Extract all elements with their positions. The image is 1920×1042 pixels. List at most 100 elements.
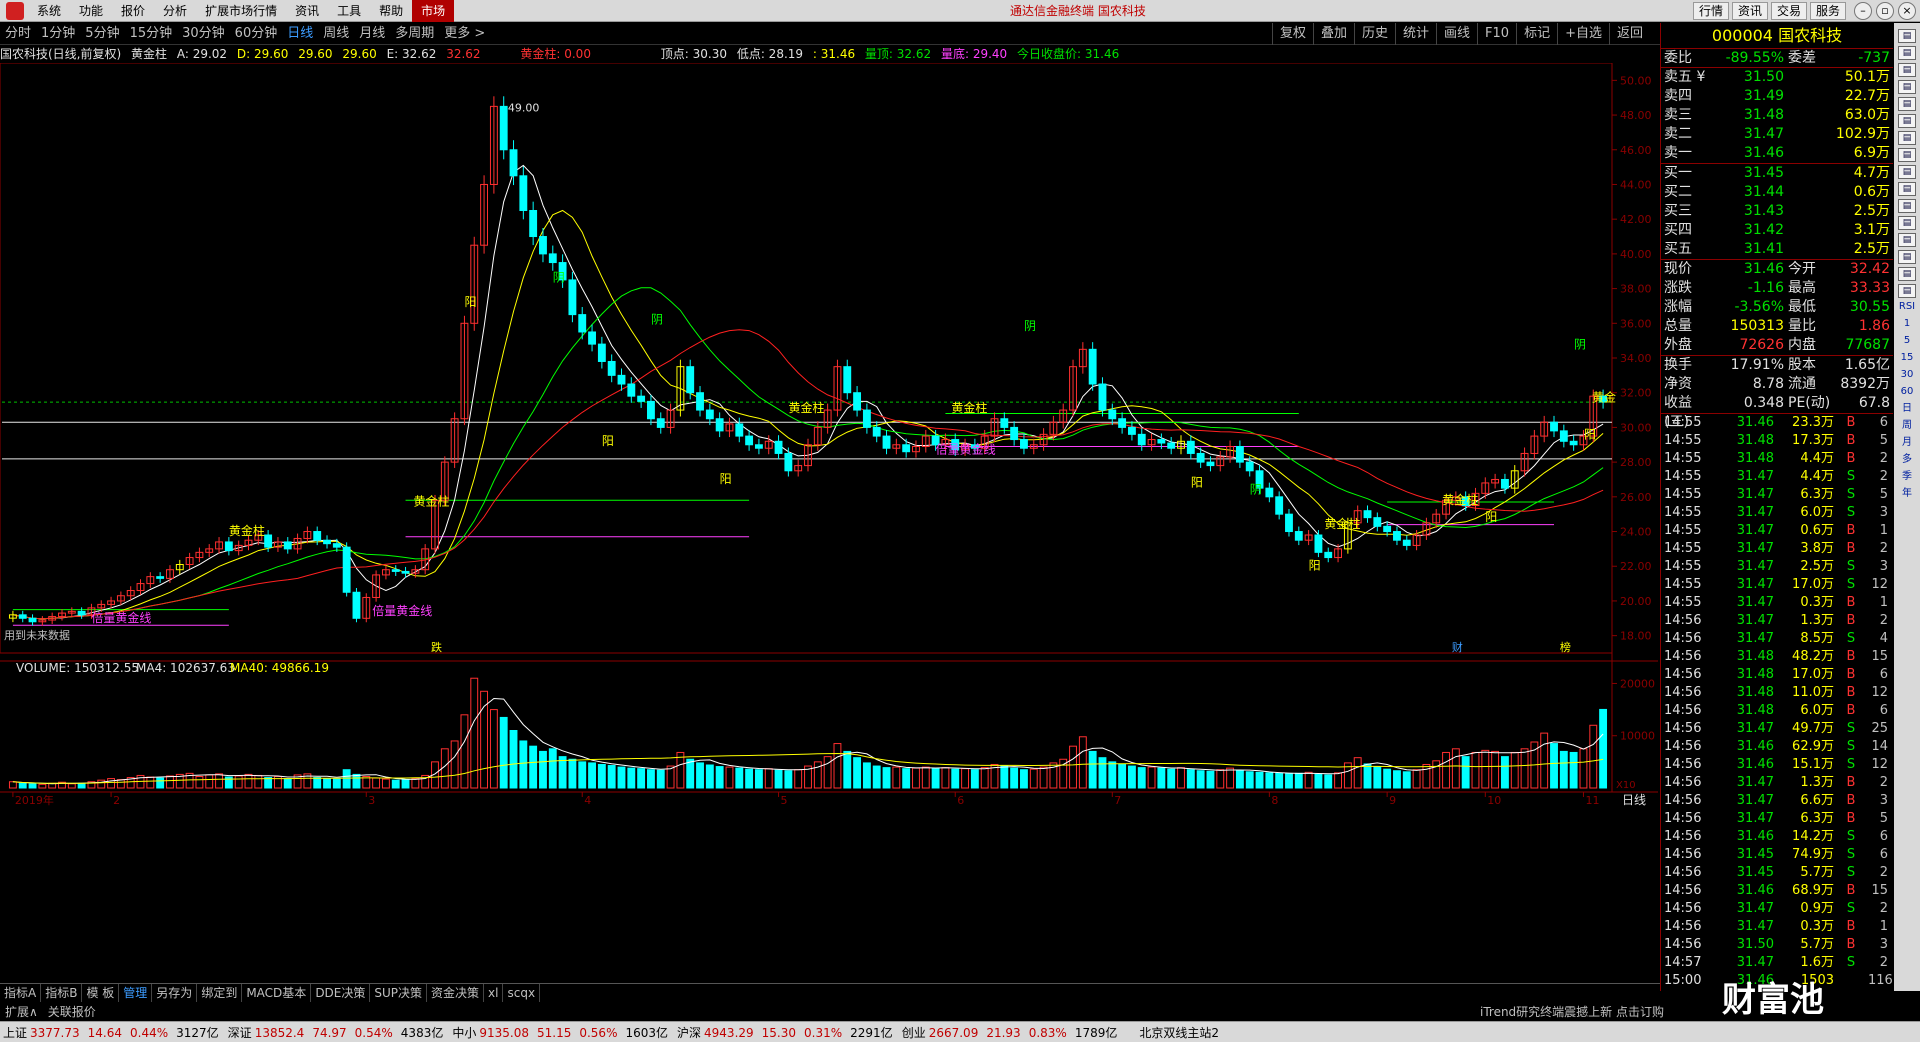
indicator-name[interactable]: 黄金柱 [131, 47, 167, 61]
tool-icon[interactable]: ▤ [1898, 131, 1916, 145]
indicator-tab[interactable]: 指标B [41, 984, 83, 1002]
index-item[interactable]: 沪深 4943.29 15.30 0.31% 2291亿 [677, 1024, 893, 1041]
period-tab-daily[interactable]: 日线 [282, 23, 318, 45]
tool-icon[interactable]: ▤ [1898, 80, 1916, 94]
period-tab[interactable]: 1分钟 [36, 23, 80, 45]
tool-draw[interactable]: 画线 [1436, 22, 1477, 45]
indicator-tab[interactable]: 绑定到 [197, 984, 243, 1002]
top-btn-trade[interactable]: 交易 [1770, 2, 1807, 20]
tool-mark[interactable]: 标记 [1516, 22, 1557, 45]
period-shortcut-icon[interactable]: 季 [1898, 471, 1916, 485]
period-shortcut-icon[interactable]: 5 [1898, 335, 1916, 349]
related-quote[interactable]: 关联报价 [43, 1003, 101, 1020]
period-tab[interactable]: 15分钟 [125, 23, 178, 45]
indicator-tab[interactable]: SUP决策 [370, 984, 428, 1002]
bid-row[interactable]: 买三 31.43 2.5万 [1661, 202, 1893, 221]
bid-row[interactable]: 买一 31.45 4.7万 [1661, 164, 1893, 183]
period-shortcut-icon[interactable]: 月 [1898, 437, 1916, 451]
tool-stats[interactable]: 统计 [1395, 22, 1436, 45]
top-btn-news[interactable]: 资讯 [1731, 2, 1768, 20]
period-tab[interactable]: 多周期 [390, 23, 439, 45]
kline-chart[interactable]: 50.00 48.00 46.00 44.00 42.00 40.00 38.00 36.00… [0, 63, 1658, 981]
index-item[interactable]: 上证 3377.73 14.64 0.44% 3127亿 [3, 1024, 219, 1041]
ext-toggle[interactable]: 扩展∧ [0, 1003, 43, 1020]
tick-volume: 2.5万 [1800, 559, 1834, 574]
period-shortcut-icon[interactable]: RSI [1898, 301, 1916, 315]
ask-row[interactable]: 卖五 ¥ 31.50 50.1万 [1661, 68, 1893, 87]
period-tab[interactable]: 60分钟 [230, 23, 283, 45]
tool-add-watchlist[interactable]: +自选 [1557, 22, 1609, 45]
tool-icon[interactable]: ▤ [1898, 233, 1916, 247]
tool-icon[interactable]: ▤ [1898, 46, 1916, 60]
top-btn-quote[interactable]: 行情 [1692, 2, 1729, 20]
period-shortcut-icon[interactable]: 周 [1898, 420, 1916, 434]
tool-history[interactable]: 历史 [1353, 22, 1395, 45]
tool-icon[interactable]: ▤ [1898, 182, 1916, 196]
bid-row[interactable]: 买四 31.42 3.1万 [1661, 221, 1893, 240]
menu-ext-market[interactable]: 扩展市场行情 [196, 0, 286, 22]
restore-icon[interactable]: ▫ [1876, 2, 1894, 20]
indicator-tab[interactable]: DDE决策 [311, 984, 371, 1002]
close-icon[interactable]: × [1898, 2, 1916, 20]
index-item[interactable]: 中小 9135.08 51.15 0.56% 1603亿 [452, 1024, 668, 1041]
index-item[interactable]: 创业 2667.09 21.93 0.83% 1789亿 [902, 1024, 1118, 1041]
ask-row[interactable]: 卖四 31.49 22.7万 [1661, 87, 1893, 106]
menu-analysis[interactable]: 分析 [154, 0, 196, 22]
index-item[interactable]: 深证 13852.4 74.97 0.54% 4383亿 [228, 1024, 444, 1041]
tool-overlay[interactable]: 叠加 [1312, 22, 1354, 45]
stock-code-name[interactable]: 000004 国农科技 [1661, 23, 1893, 49]
period-shortcut-icon[interactable]: 60 [1898, 386, 1916, 400]
bid-row[interactable]: 买二 31.44 0.6万 [1661, 183, 1893, 202]
minimize-icon[interactable]: – [1854, 2, 1872, 20]
news-ticker[interactable]: iTrend研究终端震撼上新 点击订购 [1475, 1003, 1669, 1020]
menu-tools[interactable]: 工具 [328, 0, 370, 22]
period-shortcut-icon[interactable]: 30 [1898, 369, 1916, 383]
period-tab[interactable]: 5分钟 [80, 23, 124, 45]
indicator-tab[interactable]: xl [484, 984, 504, 1002]
tool-back[interactable]: 返回 [1608, 22, 1650, 45]
menu-function[interactable]: 功能 [70, 0, 112, 22]
period-tab[interactable]: 月线 [354, 23, 390, 45]
tool-fuquan[interactable]: 复权 [1271, 22, 1313, 45]
indicator-tab[interactable]: 资金决策 [427, 984, 485, 1002]
period-shortcut-icon[interactable]: 15 [1898, 352, 1916, 366]
tool-icon[interactable]: ▤ [1898, 199, 1916, 213]
tool-icon[interactable]: ▤ [1898, 165, 1916, 179]
tool-icon[interactable]: ▤ [1898, 97, 1916, 111]
indicator-tab[interactable]: 指标A [0, 984, 42, 1002]
tool-icon[interactable]: ▤ [1898, 267, 1916, 281]
period-shortcut-icon[interactable]: 年 [1898, 488, 1916, 502]
indicator-tab[interactable]: 模 板 [82, 984, 120, 1002]
tool-icon[interactable]: ▤ [1898, 114, 1916, 128]
tool-icon[interactable]: ▤ [1898, 216, 1916, 230]
menu-help[interactable]: 帮助 [370, 0, 412, 22]
tool-icon[interactable]: ▤ [1898, 29, 1916, 43]
indicator-tab[interactable]: scqx [503, 984, 541, 1002]
indicator-tab[interactable]: MACD基本 [242, 984, 312, 1002]
ask-row[interactable]: 卖三 31.48 63.0万 [1661, 106, 1893, 125]
period-tab-more[interactable]: 更多 > [439, 23, 490, 45]
tool-f10[interactable]: F10 [1477, 22, 1516, 45]
menu-quote[interactable]: 报价 [112, 0, 154, 22]
ask-row[interactable]: 卖一 31.46 6.9万 [1661, 144, 1893, 163]
period-shortcut-icon[interactable]: 日 [1898, 403, 1916, 417]
period-tab[interactable]: 分时 [0, 23, 36, 45]
menu-market[interactable]: 市场 [412, 0, 455, 22]
indicator-tab[interactable]: 管理 [119, 984, 153, 1002]
indicator-tab[interactable]: 另存为 [152, 984, 198, 1002]
tick-list[interactable]: 14:55 31.46 23.3万 B 6 14:55 31.48 17.3万 B 5 14:55 3… [1661, 414, 1893, 990]
server-name[interactable]: 北京双线主站2 [1139, 1024, 1219, 1041]
menu-info[interactable]: 资讯 [286, 0, 328, 22]
period-tab[interactable]: 30分钟 [177, 23, 230, 45]
tool-icon[interactable]: ▤ [1898, 284, 1916, 298]
tool-icon[interactable]: ▤ [1898, 148, 1916, 162]
period-shortcut-icon[interactable]: 1 [1898, 318, 1916, 332]
ask-row[interactable]: 卖二 31.47 102.9万 [1661, 125, 1893, 144]
top-btn-service[interactable]: 服务 [1809, 2, 1846, 20]
menu-system[interactable]: 系统 [28, 0, 70, 22]
bid-row[interactable]: 买五 31.41 2.5万 [1661, 240, 1893, 259]
period-tab[interactable]: 周线 [318, 23, 354, 45]
period-shortcut-icon[interactable]: 多 [1898, 454, 1916, 468]
tool-icon[interactable]: ▤ [1898, 250, 1916, 264]
tool-icon[interactable]: ▤ [1898, 63, 1916, 77]
